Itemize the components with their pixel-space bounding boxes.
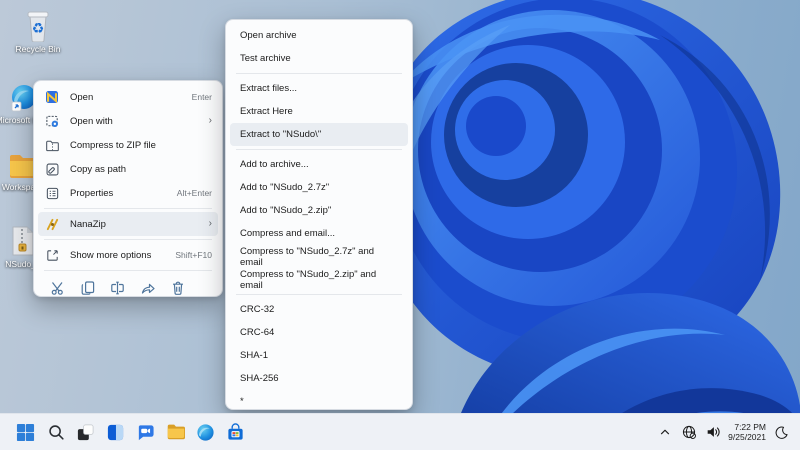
submenu-item-add-to-7z[interactable]: Add to "NSudo_2.7z" [230, 176, 408, 199]
menu-item-label: NanaZip [70, 218, 106, 230]
menu-item-open-with[interactable]: Open with › [38, 109, 218, 133]
submenu-item-label: Compress to "NSudo_2.7z" and email [240, 245, 375, 268]
menu-item-shortcut: Shift+F10 [175, 250, 212, 260]
start-button[interactable] [12, 419, 39, 446]
submenu-item-sha1[interactable]: SHA-1 [230, 344, 408, 367]
menu-separator [44, 239, 212, 240]
menu-item-copy-as-path[interactable]: Copy as path [38, 157, 218, 181]
submenu-item-label: Extract to "NSudo\" [240, 129, 322, 140]
menu-item-label: Copy as path [70, 163, 126, 175]
submenu-item-add-to-archive[interactable]: Add to archive... [230, 153, 408, 176]
menu-item-shortcut: Enter [191, 92, 212, 102]
recycle-bin-icon: ♻ [27, 11, 49, 42]
menu-item-label: Show more options [70, 249, 152, 261]
submenu-item-compress-zip-email[interactable]: Compress to "NSudo_2.zip" and email [230, 268, 408, 291]
nanazip-icon [44, 216, 60, 232]
taskbar: 7:22 PM 9/25/2021 [0, 413, 800, 450]
chat-button[interactable] [132, 419, 159, 446]
submenu-item-crc32[interactable]: CRC-32 [230, 298, 408, 321]
submenu-item-label: CRC-32 [240, 304, 275, 315]
taskbar-buttons [0, 419, 249, 446]
menu-separator [44, 208, 212, 209]
submenu-item-label: CRC-64 [240, 327, 275, 338]
edge-button[interactable] [192, 419, 219, 446]
menu-item-open[interactable]: Open Enter [38, 85, 218, 109]
submenu-item-star[interactable]: * [230, 390, 408, 413]
menu-item-label: Properties [70, 187, 114, 199]
menu-item-properties[interactable]: Properties Alt+Enter [38, 181, 218, 205]
tray-chevron-up-icon[interactable] [656, 423, 674, 441]
submenu-item-label: Test archive [240, 53, 291, 64]
rename-icon[interactable] [106, 277, 129, 298]
tray-volume-icon[interactable] [704, 423, 722, 441]
submenu-item-test-archive[interactable]: Test archive [230, 47, 408, 70]
copy-icon[interactable] [76, 277, 99, 298]
submenu-item-label: SHA-256 [240, 373, 279, 384]
clock-time: 7:22 PM [734, 422, 766, 432]
open-with-icon [44, 113, 60, 129]
tray-network-globe-icon[interactable] [680, 423, 698, 441]
menu-separator [236, 294, 402, 295]
menu-item-label: Compress to ZIP file [70, 139, 156, 151]
show-more-icon [44, 247, 60, 263]
menu-item-label: Open [70, 91, 94, 103]
menu-item-label: Open with [70, 115, 113, 127]
menu-separator [236, 149, 402, 150]
focus-assist-moon-icon[interactable] [772, 423, 790, 441]
zip-folder-icon [44, 137, 60, 153]
submenu-item-compress-7z-email[interactable]: Compress to "NSudo_2.7z" and email [230, 245, 408, 268]
chevron-right-icon: › [208, 115, 212, 126]
taskbar-clock[interactable]: 7:22 PM 9/25/2021 [728, 422, 766, 442]
widgets-button[interactable] [102, 419, 129, 446]
desktop-icon-label: Recycle Bin [15, 44, 61, 54]
submenu-item-compress-email[interactable]: Compress and email... [230, 222, 408, 245]
submenu-item-open-archive[interactable]: Open archive [230, 24, 408, 47]
submenu-item-label: Compress to "NSudo_2.zip" and email [240, 268, 377, 291]
submenu-item-extract-here[interactable]: Extract Here [230, 100, 408, 123]
task-view-button[interactable] [72, 419, 99, 446]
cut-icon[interactable] [46, 277, 69, 298]
delete-icon[interactable] [166, 277, 189, 298]
context-menu: Open Enter Open with › Compress to ZIP f… [33, 80, 223, 297]
file-explorer-button[interactable] [162, 419, 189, 446]
submenu-item-label: Extract Here [240, 106, 293, 117]
store-button[interactable] [222, 419, 249, 446]
submenu-item-label: SHA-1 [240, 350, 268, 361]
submenu-item-label: * [240, 396, 244, 407]
menu-item-compress-zip[interactable]: Compress to ZIP file [38, 133, 218, 157]
svg-text:♻: ♻ [32, 20, 45, 36]
submenu-item-label: Add to "NSudo_2.7z" [240, 182, 330, 193]
submenu-item-label: Open archive [240, 30, 297, 41]
menu-separator [44, 270, 212, 271]
system-tray: 7:22 PM 9/25/2021 [656, 422, 800, 442]
nsudo-app-icon [44, 89, 60, 105]
submenu-item-crc64[interactable]: CRC-64 [230, 321, 408, 344]
menu-separator [236, 73, 402, 74]
menu-item-shortcut: Alt+Enter [176, 188, 212, 198]
desktop-icon-recycle-bin[interactable]: ♻ Recycle Bin [7, 8, 69, 54]
menu-item-show-more-options[interactable]: Show more options Shift+F10 [38, 243, 218, 267]
submenu-item-add-to-zip[interactable]: Add to "NSudo_2.zip" [230, 199, 408, 222]
nanazip-submenu: Open archive Test archive Extract files.… [225, 19, 413, 410]
quick-actions-row [34, 274, 222, 298]
submenu-item-extract-files[interactable]: Extract files... [230, 77, 408, 100]
submenu-item-label: Extract files... [240, 83, 298, 94]
search-button[interactable] [42, 419, 69, 446]
submenu-item-label: Add to "NSudo_2.zip" [240, 205, 332, 216]
menu-item-nanazip[interactable]: NanaZip › [38, 212, 218, 236]
properties-icon [44, 185, 60, 201]
submenu-item-label: Compress and email... [240, 228, 336, 239]
submenu-item-extract-to-folder[interactable]: Extract to "NSudo\" [230, 123, 408, 146]
share-icon[interactable] [136, 277, 159, 298]
copy-path-icon [44, 161, 60, 177]
submenu-item-label: Add to archive... [240, 159, 309, 170]
submenu-item-sha256[interactable]: SHA-256 [230, 367, 408, 390]
chevron-right-icon: › [208, 218, 212, 229]
clock-date: 9/25/2021 [728, 432, 766, 442]
